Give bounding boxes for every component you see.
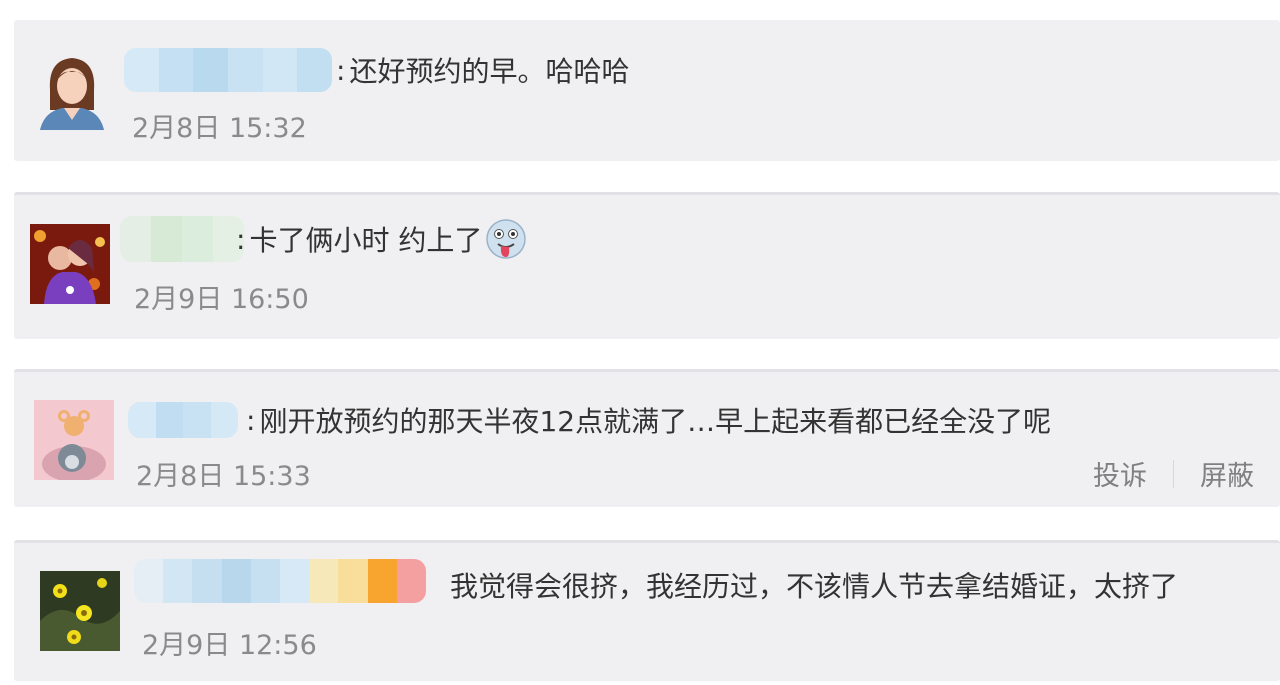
report-button[interactable]: 投诉 [1093, 454, 1147, 493]
comment-colon: : [236, 222, 246, 256]
comment-timestamp: 2月8日 15:32 [132, 113, 307, 144]
comment-timestamp: 2月9日 16:50 [134, 284, 309, 315]
comment-colon: : [336, 53, 346, 87]
avatar-couple-photo-icon [30, 224, 110, 304]
comment-colon: : [246, 403, 256, 437]
user-avatar[interactable] [34, 400, 114, 480]
comment-card: : 还好预约的早。哈哈哈 2月8日 15:32 [14, 20, 1280, 161]
blurred-username [134, 559, 426, 603]
comment-text: 还好预约的早。哈哈哈 [349, 55, 630, 88]
comment-actions: 投诉 屏蔽 [1093, 454, 1254, 493]
user-avatar[interactable] [30, 224, 110, 304]
comment-line: : 刚开放预约的那天半夜12点就满了…早上起来看都已经全没了呢 [246, 400, 1051, 440]
tongue-out-face-icon [486, 219, 527, 259]
user-avatar[interactable] [32, 50, 112, 130]
comment-text: 我觉得会很挤，我经历过，不该情人节去拿结婚证，太挤了 [450, 570, 1179, 603]
comment-line: 我觉得会很挤，我经历过，不该情人节去拿结婚证，太挤了 [450, 565, 1178, 605]
comment-card: : 卡了俩小时 约上了 2月9日 16:50 [14, 192, 1280, 339]
comment-timestamp: 2月9日 12:56 [142, 630, 317, 661]
comment-line: : 卡了俩小时 约上了 [236, 219, 528, 259]
comment-text: 卡了俩小时 约上了 [249, 224, 483, 257]
comment-card: 我觉得会很挤，我经历过，不该情人节去拿结婚证，太挤了 2月9日 12:56 [14, 540, 1280, 681]
user-avatar[interactable] [40, 571, 120, 651]
avatar-yellow-flowers-icon [40, 571, 120, 651]
avatar-woman-illustration-icon [32, 50, 112, 130]
comment-line: : 还好预约的早。哈哈哈 [336, 50, 629, 90]
comment-card: : 刚开放预约的那天半夜12点就满了…早上起来看都已经全没了呢 2月8日 15:… [14, 369, 1280, 507]
blurred-username [120, 216, 244, 262]
actions-divider [1173, 459, 1174, 488]
block-button[interactable]: 屏蔽 [1200, 454, 1254, 493]
blurred-username [128, 402, 238, 438]
comment-text: 刚开放预约的那天半夜12点就满了…早上起来看都已经全没了呢 [259, 405, 1052, 438]
comment-timestamp: 2月8日 15:33 [136, 461, 311, 492]
blurred-username [124, 48, 332, 92]
avatar-cartoon-cat-mouse-icon [34, 400, 114, 480]
